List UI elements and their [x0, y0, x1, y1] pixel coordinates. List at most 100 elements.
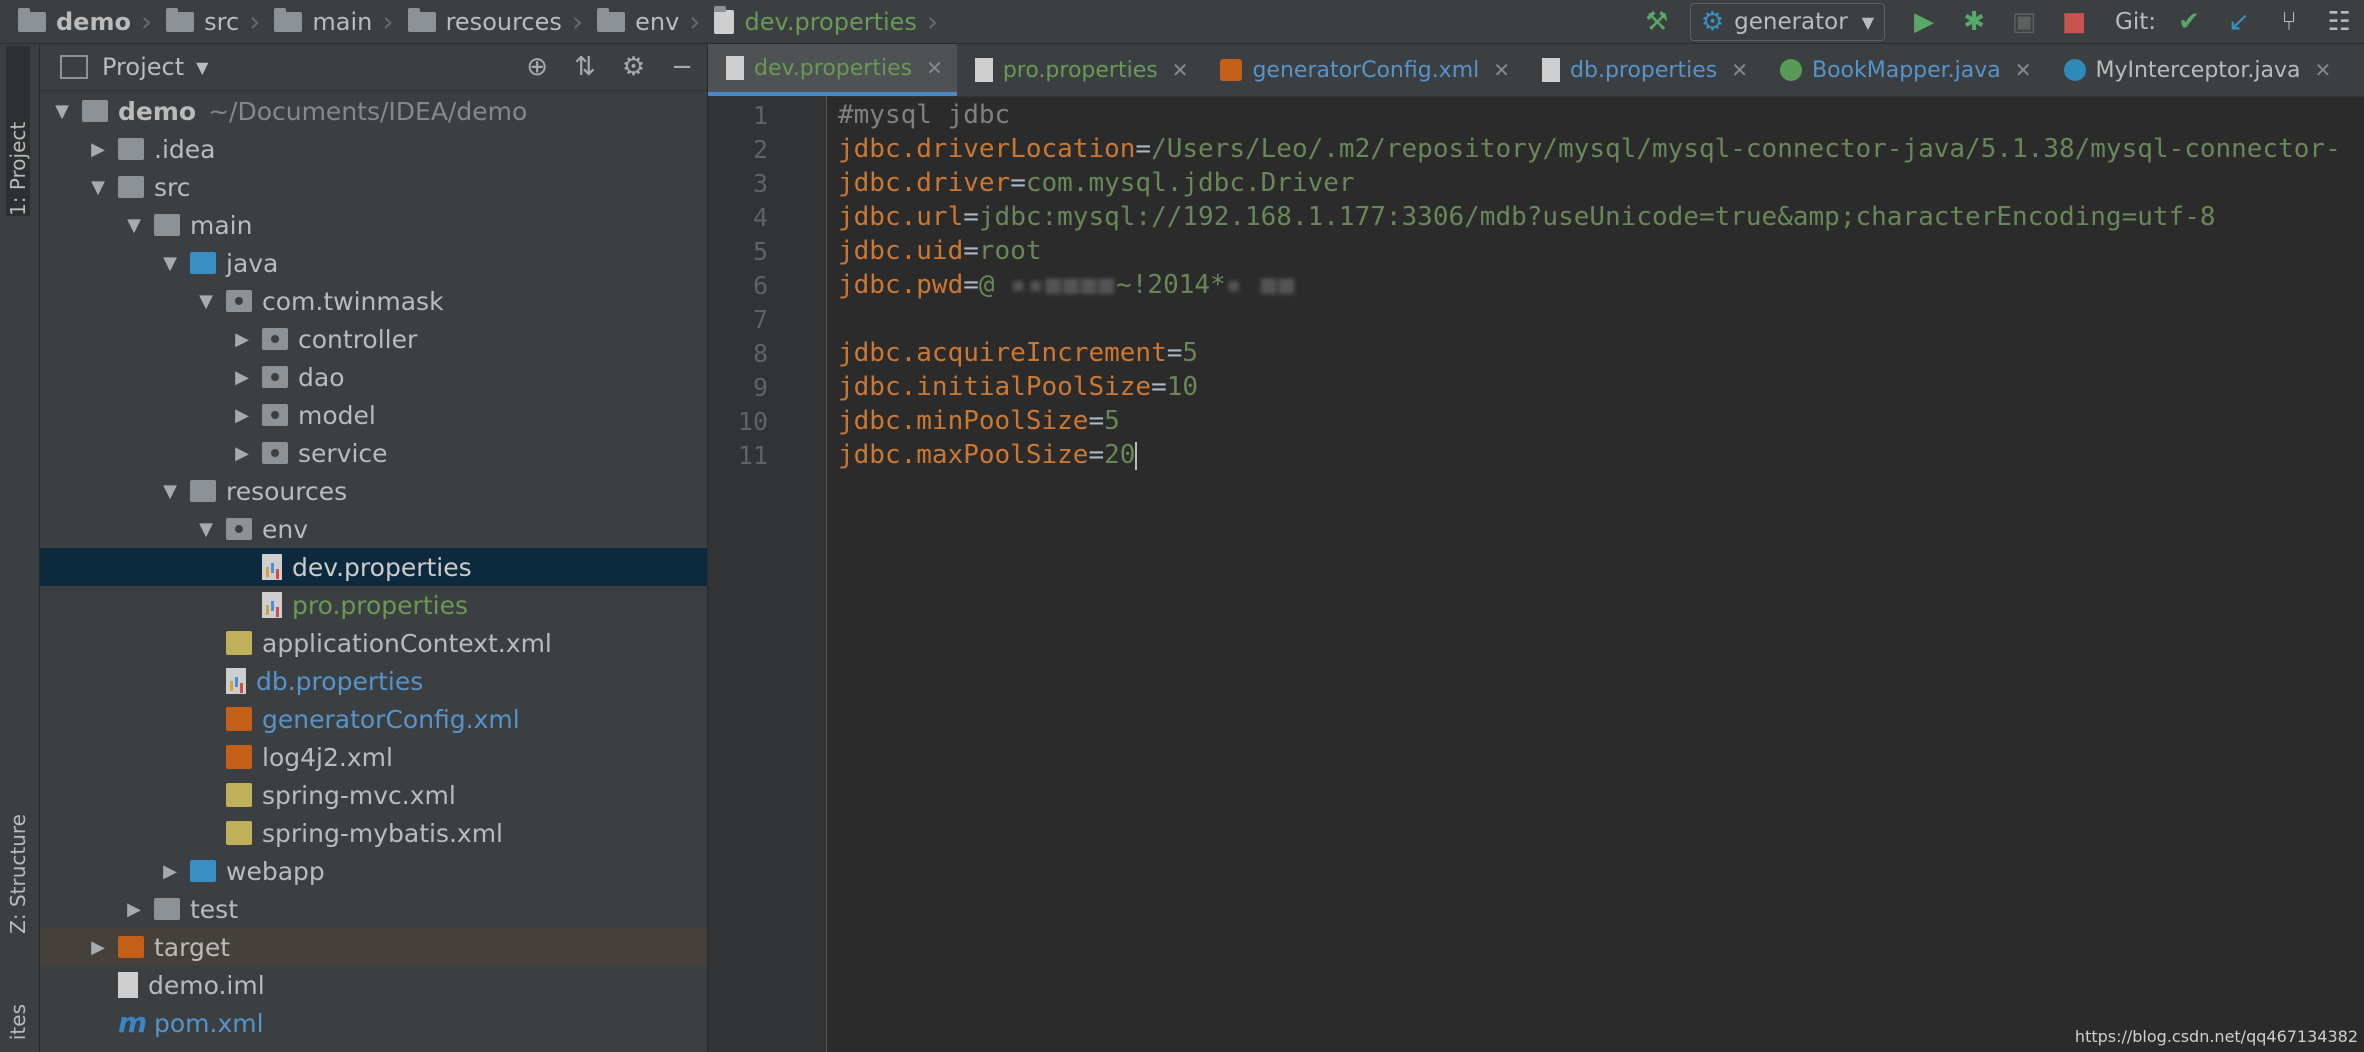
line-number: 6 [752, 271, 768, 300]
close-icon[interactable]: ✕ [1493, 58, 1510, 82]
folder-icon [118, 138, 144, 160]
tree-node[interactable]: ▶ webapp [40, 852, 707, 890]
locate-icon[interactable]: ⊕ [526, 52, 548, 82]
tree-node-selected[interactable]: dev.properties [40, 548, 707, 586]
expanded-arrow-icon[interactable]: ▼ [86, 177, 110, 198]
properties-file-icon [262, 554, 282, 580]
chevron-down-icon[interactable]: ▼ [196, 58, 208, 77]
properties-file-icon [726, 56, 744, 80]
tree-node[interactable]: generatorConfig.xml [40, 700, 707, 738]
tab-myinterceptor-java[interactable]: MyInterceptor.java ✕ [2046, 44, 2346, 96]
properties-file-icon [974, 58, 993, 82]
collapse-all-icon[interactable]: ⇅ [574, 52, 596, 82]
collapsed-arrow-icon[interactable]: ▶ [230, 405, 254, 426]
code-line: #mysql jdbc [838, 100, 1011, 130]
tree-node[interactable]: ▶ service [40, 434, 707, 472]
expanded-arrow-icon[interactable]: ▼ [122, 215, 146, 236]
tab-bookmapper-java[interactable]: BookMapper.java ✕ [1762, 44, 2046, 96]
hammer-icon[interactable]: ⚒ [1640, 5, 1674, 39]
expanded-arrow-icon[interactable]: ▼ [194, 519, 218, 540]
expanded-arrow-icon[interactable]: ▼ [50, 101, 74, 122]
run-icon[interactable]: ▶ [1907, 5, 1941, 39]
project-view-selector[interactable]: Project [102, 53, 184, 81]
tree-node[interactable]: ▶ dao [40, 358, 707, 396]
tree-node[interactable]: log4j2.xml [40, 738, 707, 776]
chevron-right-icon: › [140, 5, 153, 38]
run-configuration-select[interactable]: ⚙ generator ▼ [1689, 3, 1886, 41]
favorites-tool-tab[interactable]: ites [6, 1004, 30, 1040]
editor: dev.properties ✕ pro.properties ✕ genera… [708, 44, 2364, 1052]
breadcrumb-item[interactable]: main › [274, 5, 394, 38]
tab-dev-properties[interactable]: dev.properties ✕ [708, 44, 957, 96]
tab-pro-properties[interactable]: pro.properties ✕ [957, 44, 1203, 96]
tree-node[interactable]: ▶ model [40, 396, 707, 434]
tree-node[interactable]: ▼ java [40, 244, 707, 282]
collapsed-arrow-icon[interactable]: ▶ [86, 139, 110, 160]
tree-node[interactable]: ▼ env [40, 510, 707, 548]
breadcrumb-item-current[interactable]: dev.properties › [714, 5, 938, 38]
structure-tool-tab[interactable]: Z: Structure [6, 814, 30, 934]
tree-node[interactable]: applicationContext.xml [40, 624, 707, 662]
close-icon[interactable]: ✕ [2015, 58, 2032, 82]
tree-node[interactable]: db.properties [40, 662, 707, 700]
close-icon[interactable]: ✕ [2315, 58, 2332, 82]
tree-node[interactable]: m pom.xml [40, 1004, 707, 1042]
tree-node[interactable]: ▼ main [40, 206, 707, 244]
tree-node[interactable]: spring-mybatis.xml [40, 814, 707, 852]
tree-node[interactable]: ▶ test [40, 890, 707, 928]
tab-generatorconfig-xml[interactable]: generatorConfig.xml ✕ [1202, 44, 1524, 96]
folder-icon [597, 7, 626, 32]
breadcrumb-item[interactable]: env › [597, 5, 700, 38]
package-icon [262, 366, 288, 388]
expanded-arrow-icon[interactable]: ▼ [194, 291, 218, 312]
close-icon[interactable]: ✕ [926, 56, 943, 80]
hide-icon[interactable]: − [671, 52, 693, 82]
collapsed-arrow-icon[interactable]: ▶ [122, 899, 146, 920]
code-line: jdbc.maxPoolSize=20 [838, 440, 1138, 470]
tree-node[interactable]: spring-mvc.xml [40, 776, 707, 814]
expanded-arrow-icon[interactable]: ▼ [158, 253, 182, 274]
collapsed-arrow-icon[interactable]: ▶ [230, 443, 254, 464]
gear-icon[interactable]: ⚙ [622, 52, 645, 82]
breadcrumb-item[interactable]: src › [166, 5, 260, 38]
breadcrumb-item[interactable]: resources › [407, 5, 583, 38]
collapsed-arrow-icon[interactable]: ▶ [230, 329, 254, 350]
git-update-icon[interactable]: ↙ [2222, 5, 2256, 39]
tree-node[interactable]: ▶ target [40, 928, 707, 966]
project-tool-tab[interactable]: 1: Project [6, 46, 30, 216]
close-icon[interactable]: ✕ [1731, 58, 1748, 82]
xml-file-icon [226, 745, 252, 769]
editor-tabs: dev.properties ✕ pro.properties ✕ genera… [708, 44, 2364, 97]
folder-icon [166, 7, 195, 32]
tree-node-module-root[interactable]: ▼ demo ~/Documents/IDEA/demo [40, 92, 707, 130]
close-icon[interactable]: ✕ [1172, 58, 1189, 82]
git-commit-check-icon[interactable]: ✔ [2172, 5, 2206, 39]
tree-node[interactable]: pro.properties [40, 586, 707, 624]
stop-icon[interactable]: ■ [2057, 5, 2091, 39]
folder-icon [274, 7, 303, 32]
coverage-icon[interactable]: ▣ [2007, 5, 2041, 39]
watermark: https://blog.csdn.net/qq467134382 [2074, 1027, 2358, 1046]
properties-file-icon [262, 592, 282, 618]
tree-node[interactable]: ▶ .idea [40, 130, 707, 168]
breadcrumb-item[interactable]: demo › [18, 5, 152, 38]
tree-node[interactable]: demo.iml [40, 966, 707, 1004]
interface-icon [1779, 59, 1802, 81]
tab-db-properties[interactable]: db.properties ✕ [1524, 44, 1762, 96]
collapsed-arrow-icon[interactable]: ▶ [158, 861, 182, 882]
tool-window-strip: 1: Project Z: Structure ites [0, 44, 40, 1052]
collapsed-arrow-icon[interactable]: ▶ [230, 367, 254, 388]
expanded-arrow-icon[interactable]: ▼ [158, 481, 182, 502]
line-number: 9 [752, 373, 768, 402]
tree-node[interactable]: ▶ controller [40, 320, 707, 358]
git-history-icon[interactable]: ☷ [2322, 5, 2356, 39]
package-icon [226, 290, 252, 312]
tree-node[interactable]: ▼ com.twinmask [40, 282, 707, 320]
git-branch-icon[interactable]: ⑂ [2272, 5, 2306, 39]
tree-node[interactable]: ▼ resources [40, 472, 707, 510]
tree-node[interactable]: ▼ src [40, 168, 707, 206]
collapsed-arrow-icon[interactable]: ▶ [86, 937, 110, 958]
line-number: 2 [752, 135, 768, 164]
debug-icon[interactable]: ✱ [1957, 5, 1991, 39]
xml-file-icon [226, 707, 252, 731]
